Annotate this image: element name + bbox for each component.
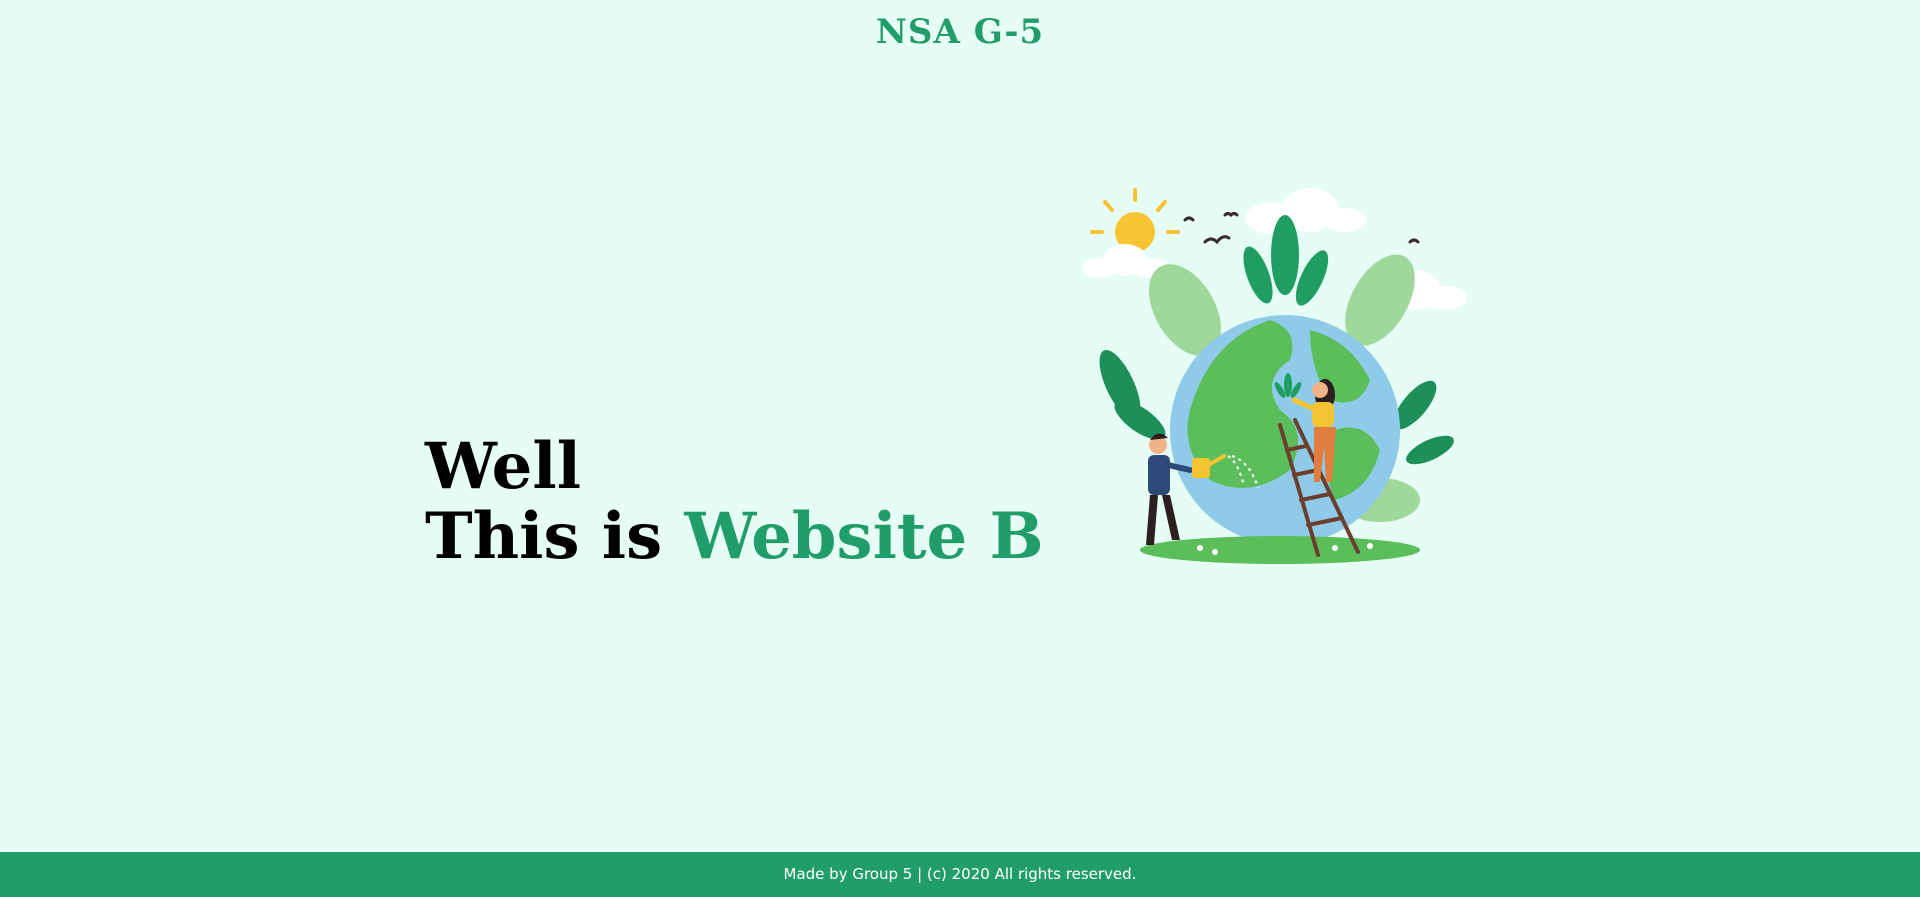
hero-line-2-prefix: This is: [425, 499, 685, 574]
hero-line-2: This is Website B: [425, 502, 1044, 572]
footer: Made by Group 5 | (c) 2020 All rights re…: [0, 852, 1920, 897]
site-brand[interactable]: NSA G-5: [0, 12, 1920, 52]
hero-line-2-accent: Website B: [684, 499, 1044, 574]
globe-icon: [1170, 315, 1400, 545]
hero-heading: Well This is Website B: [425, 432, 1044, 572]
ground-icon: [1140, 536, 1420, 564]
page: NSA G-5 Well This is Website B Made by G…: [0, 0, 1920, 897]
hero-line-1: Well: [425, 429, 581, 504]
earth-planting-illustration: [1082, 188, 1467, 564]
footer-copyright: Made by Group 5 | (c) 2020 All rights re…: [783, 865, 1137, 883]
